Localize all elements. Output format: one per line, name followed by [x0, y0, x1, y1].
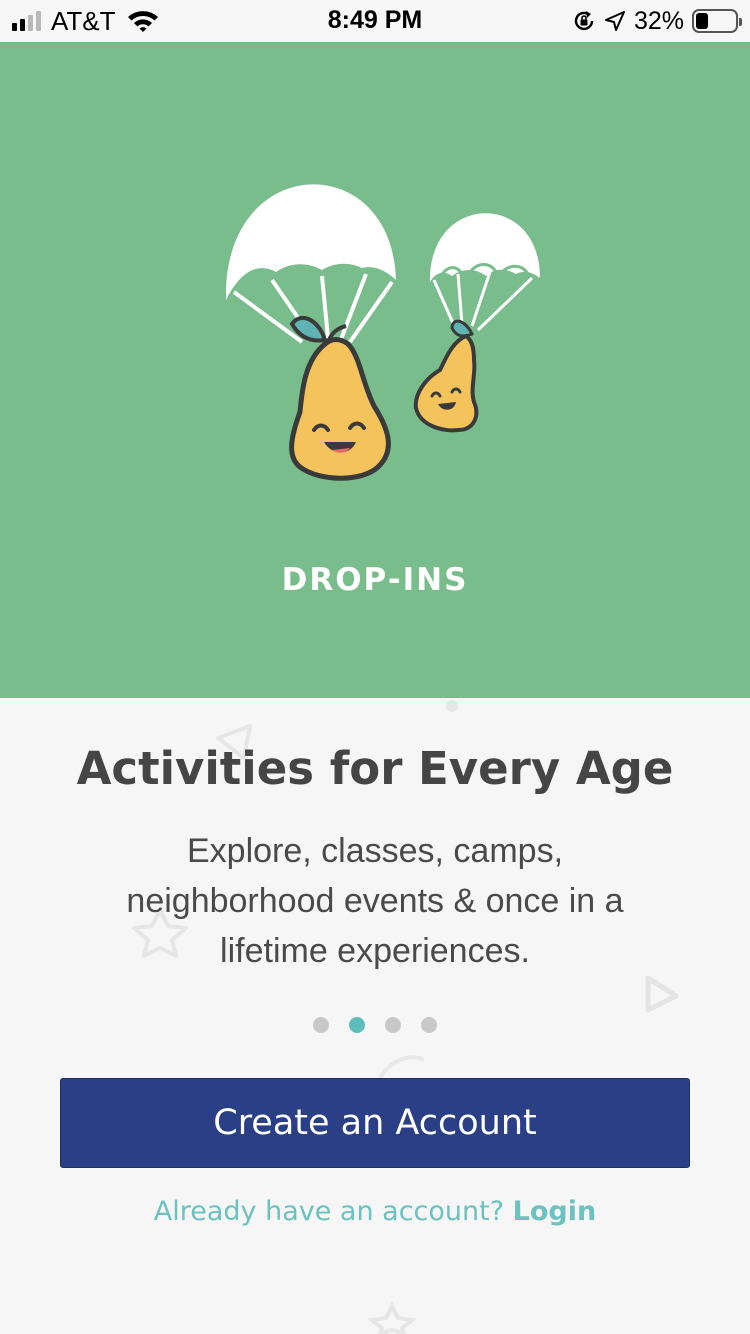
status-bar: AT&T 8:49 PM 32%: [0, 0, 750, 42]
login-row: Already have an account? Login: [0, 1196, 750, 1227]
create-account-button[interactable]: Create an Account: [60, 1078, 690, 1168]
hero-banner: DROP-INS: [0, 42, 750, 698]
large-pear-icon: [289, 315, 391, 481]
page-dot-4[interactable]: [421, 1017, 437, 1033]
onboarding-title: Activities for Every Age: [76, 742, 674, 795]
location-arrow-icon: [604, 11, 625, 31]
hero-label: DROP-INS: [281, 562, 469, 598]
onboarding-description: Explore, classes, camps, neighborhood ev…: [126, 832, 624, 970]
battery-icon: [692, 9, 742, 33]
orientation-lock-icon: [574, 11, 594, 31]
page-dot-3[interactable]: [385, 1017, 401, 1033]
small-parachute-icon: [429, 213, 540, 332]
page-dot-1[interactable]: [313, 1017, 329, 1033]
page-dot-2[interactable]: [349, 1017, 365, 1033]
parachuting-pears-illustration: [225, 184, 540, 481]
small-pear-icon: [413, 319, 479, 433]
battery-percent: 32%: [633, 6, 684, 35]
page-indicator[interactable]: [0, 1017, 750, 1033]
login-prompt: Already have an account?: [153, 1196, 513, 1227]
login-link[interactable]: Login: [513, 1196, 597, 1227]
